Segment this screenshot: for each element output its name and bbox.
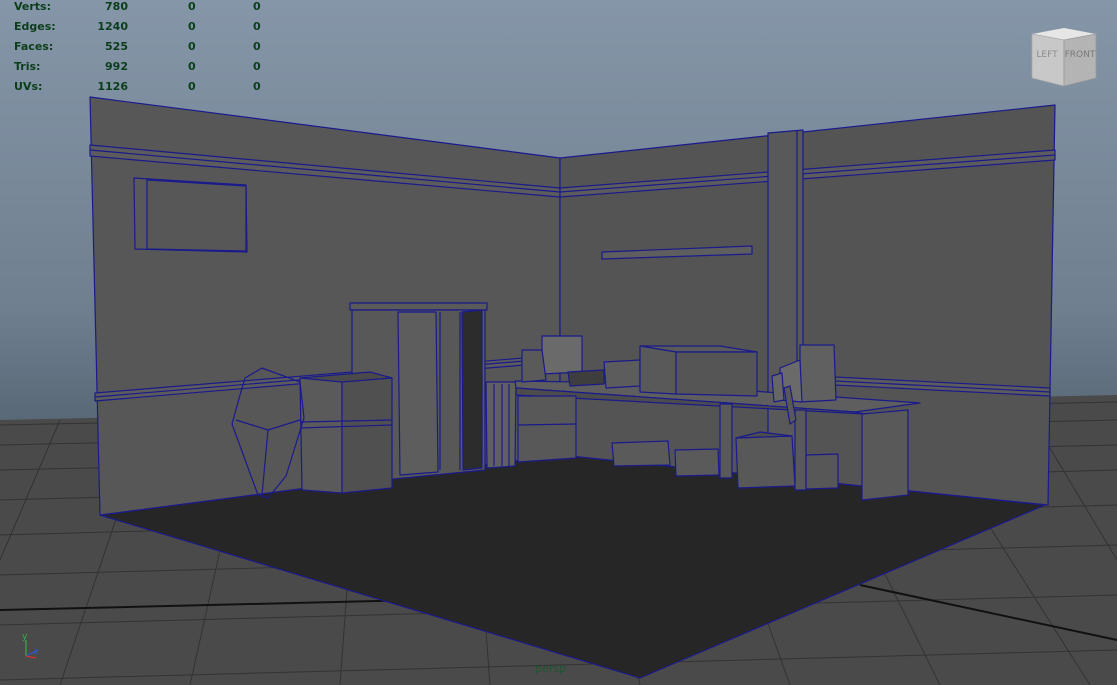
trash-can <box>485 381 517 469</box>
cabinet-front <box>299 377 343 494</box>
desk-leg-mid <box>719 403 733 479</box>
poly-count-hud: Verts: 780 0 0 Edges: 1240 0 0 Faces: 52… <box>0 0 270 100</box>
box-under-desk-4 <box>805 453 839 490</box>
scene-canvas[interactable] <box>0 0 1117 685</box>
hud-value: 0 <box>188 0 196 13</box>
hud-label: Tris: <box>14 60 41 73</box>
box-under-desk-1 <box>611 440 671 467</box>
view-cube-left-face[interactable] <box>1031 33 1065 86</box>
view-cube-front-face[interactable] <box>1063 33 1097 86</box>
box-under-desk-2 <box>674 448 720 477</box>
axis-gizmo: y z <box>22 632 39 659</box>
monitor-left <box>541 335 583 375</box>
view-cube-front-label[interactable]: FRONT <box>1065 50 1096 60</box>
hud-label: Faces: <box>14 40 54 53</box>
hud-value: 0 <box>188 60 196 73</box>
hud-value: 0 <box>253 0 261 13</box>
hud-row-tris: Tris: 992 0 0 <box>0 60 270 80</box>
desk-leg-right <box>794 409 807 491</box>
desk-leg-front <box>861 409 909 501</box>
axis-y-label: y <box>22 632 28 642</box>
view-cube-left-label[interactable]: LEFT <box>1036 50 1058 60</box>
hud-value: 1126 <box>97 80 128 93</box>
desk-items <box>603 359 641 389</box>
box-under-desk-3 <box>735 435 796 489</box>
hud-value: 0 <box>188 80 196 93</box>
printer-body <box>639 345 677 395</box>
locker-door-open <box>461 309 483 471</box>
hud-label: Edges: <box>14 20 56 33</box>
hud-value: 0 <box>253 80 261 93</box>
hud-label: Verts: <box>14 0 52 13</box>
hud-row-verts: Verts: 780 0 0 <box>0 0 270 20</box>
hud-value: 780 <box>105 0 128 13</box>
view-cube[interactable]: LEFT FRONT <box>1028 28 1100 86</box>
hud-row-faces: Faces: 525 0 0 <box>0 40 270 60</box>
hud-row-uvs: UVs: 1126 0 0 <box>0 80 270 100</box>
maya-perspective-viewport[interactable]: Verts: 780 0 0 Edges: 1240 0 0 Faces: 52… <box>0 0 1117 685</box>
hud-row-edges: Edges: 1240 0 0 <box>0 20 270 40</box>
hud-value: 0 <box>188 20 196 33</box>
keyboard <box>567 369 605 387</box>
locker-door-left <box>397 311 439 476</box>
hud-value: 0 <box>188 40 196 53</box>
monitor-right <box>799 344 837 403</box>
hud-label: UVs: <box>14 80 43 93</box>
hud-value: 525 <box>105 40 128 53</box>
cabinet-side <box>341 377 393 494</box>
desk-drawer-unit <box>517 395 577 463</box>
hud-value: 992 <box>105 60 128 73</box>
axis-z-label: z <box>34 647 38 656</box>
hud-value: 0 <box>253 20 261 33</box>
hud-value: 0 <box>253 40 261 53</box>
hud-value: 1240 <box>97 20 128 33</box>
hud-value: 0 <box>253 60 261 73</box>
locker-top <box>349 302 488 311</box>
camera-name-label: persp <box>535 662 566 675</box>
